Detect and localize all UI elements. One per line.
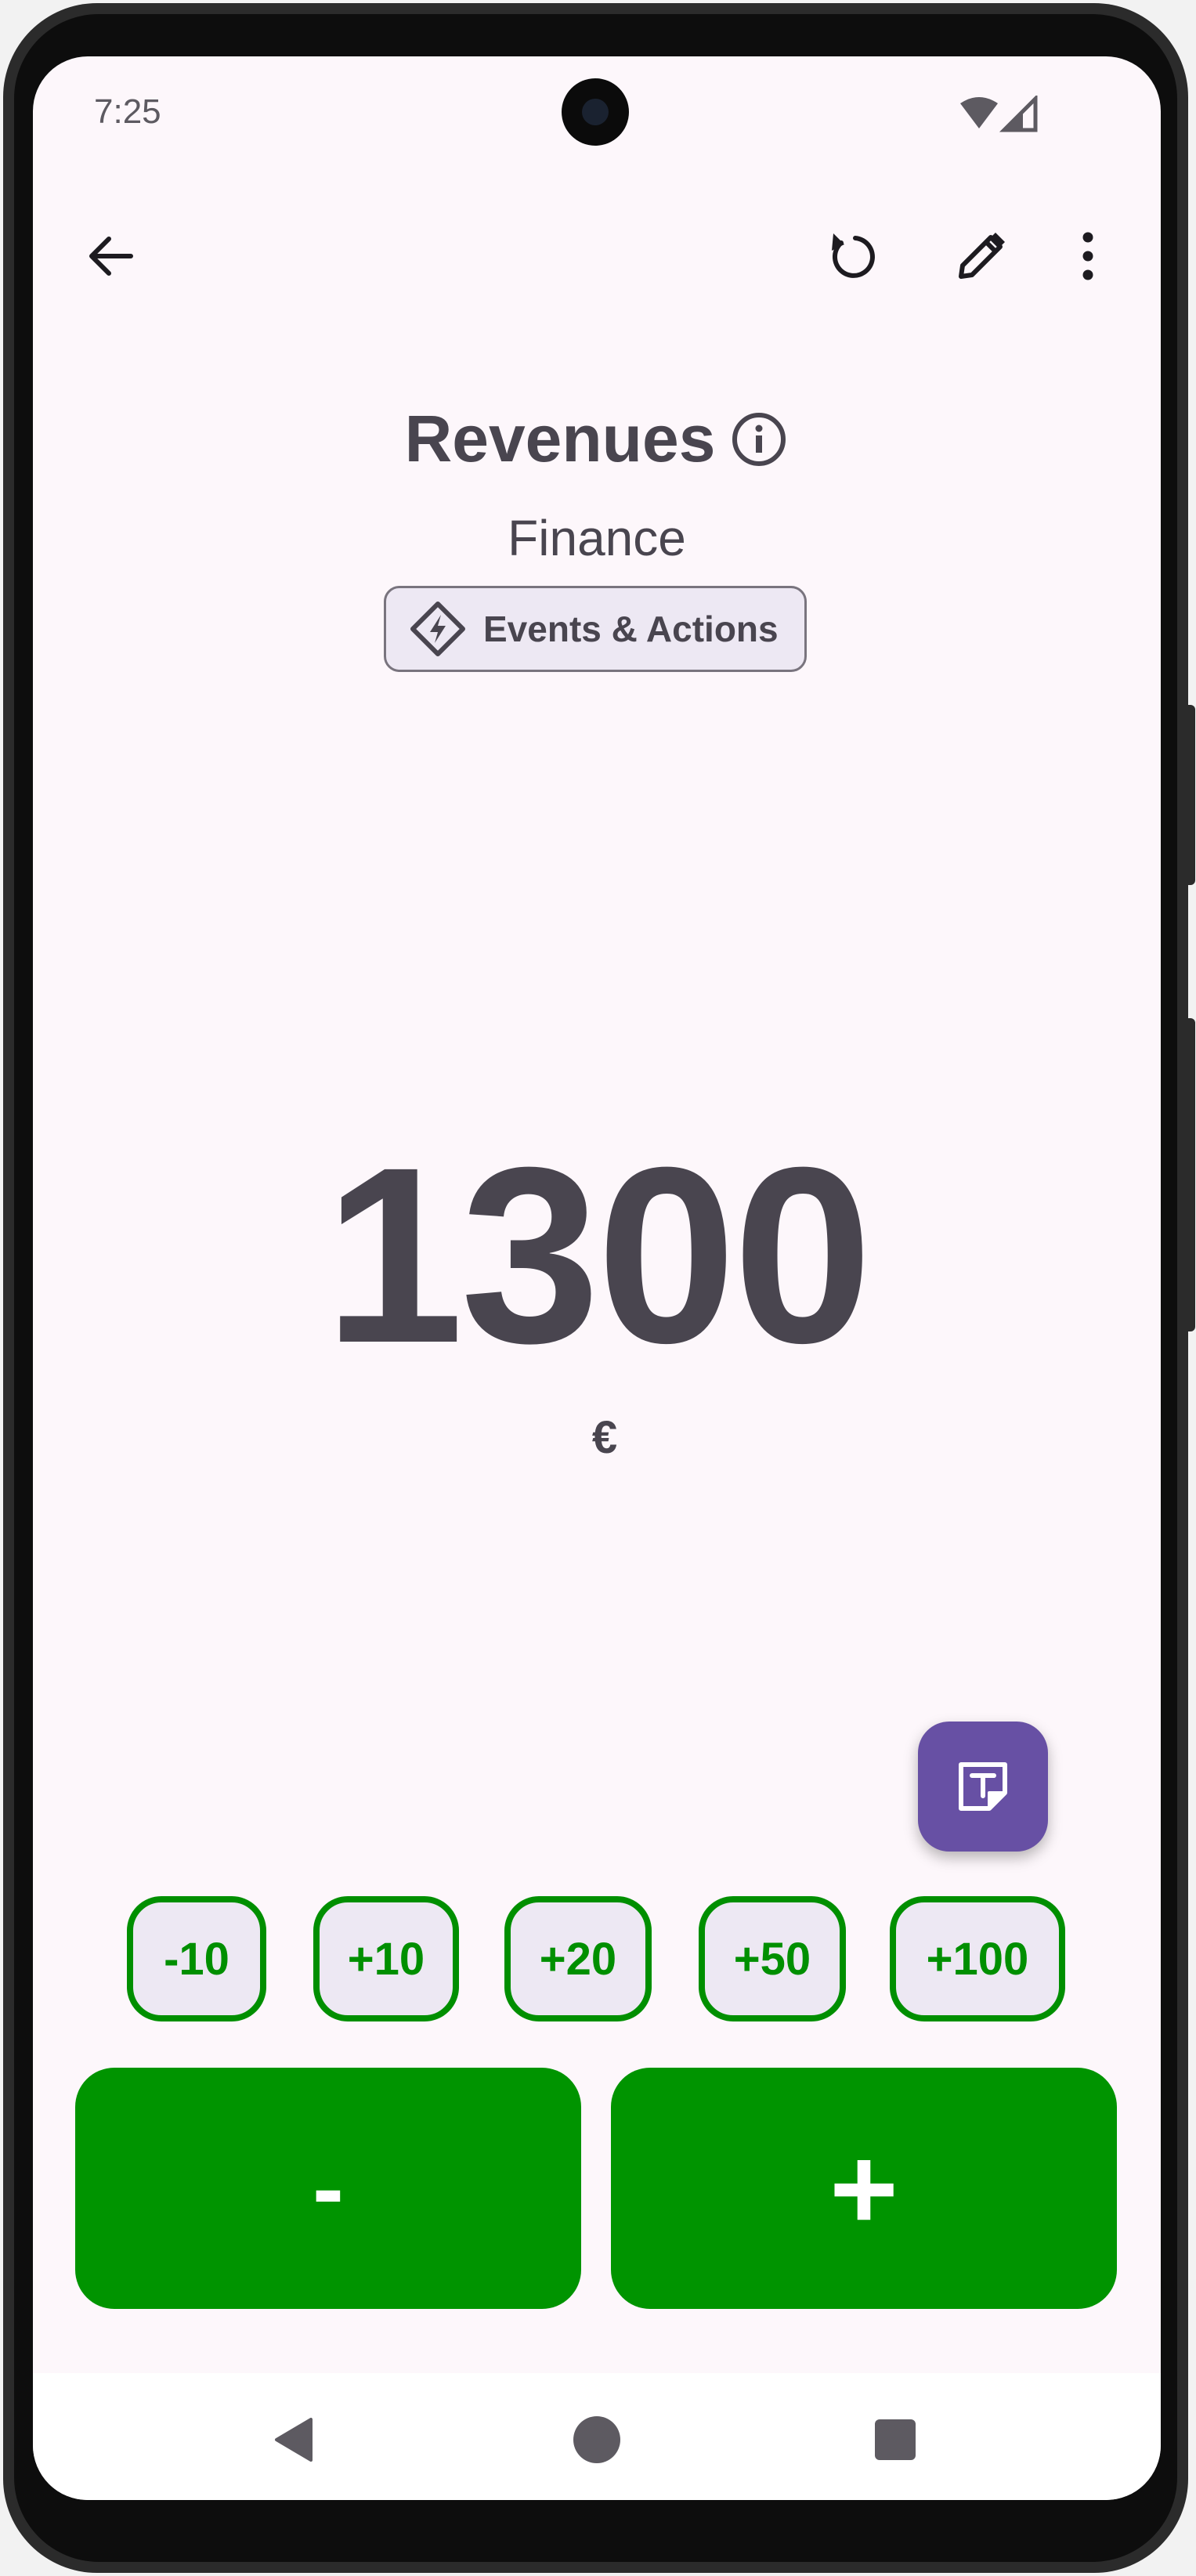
nav-back-button[interactable] (251, 2397, 337, 2483)
status-bar: 7:25 (33, 56, 1161, 174)
step-button-plus-10[interactable]: +10 (313, 1896, 459, 2021)
note-icon (959, 1762, 1007, 1811)
counter-value[interactable]: 1300 (33, 1129, 1161, 1380)
nav-recents-icon (875, 2419, 916, 2460)
status-time: 7:25 (94, 92, 161, 131)
cellular-signal-icon (999, 93, 1038, 132)
volume-button (1186, 1018, 1195, 1331)
system-navigation-bar (33, 2373, 1161, 2500)
step-button-plus-20[interactable]: +20 (504, 1896, 652, 2021)
device-frame: 7:25 Revenues Finance Events & Actions 1… (0, 0, 1196, 2576)
back-button[interactable] (67, 213, 154, 299)
power-button (1186, 705, 1195, 885)
note-fab-button[interactable] (918, 1722, 1048, 1852)
info-button[interactable] (729, 410, 789, 469)
counter-title: Revenues (404, 402, 716, 475)
reset-icon (832, 233, 875, 278)
lightning-diamond-icon (410, 602, 465, 656)
top-app-bar (33, 197, 1161, 315)
more-vert-icon (1082, 232, 1093, 280)
step-button-plus-100[interactable]: +100 (890, 1896, 1065, 2021)
app-screen: 7:25 Revenues Finance Events & Actions 1… (33, 56, 1161, 2500)
reset-button[interactable] (808, 213, 894, 299)
events-actions-chip[interactable]: Events & Actions (384, 586, 807, 672)
events-actions-label: Events & Actions (483, 609, 779, 649)
counter-category: Finance (508, 510, 686, 566)
increment-button[interactable]: + (611, 2068, 1117, 2309)
step-button-plus-50[interactable]: +50 (699, 1896, 846, 2021)
overflow-menu-button[interactable] (1045, 213, 1131, 299)
info-icon (732, 412, 786, 466)
step-buttons-row: -10 +10 +20 +50 +100 (33, 1896, 1161, 2029)
nav-recents-button[interactable] (852, 2397, 938, 2483)
title-row: Revenues (33, 401, 1161, 477)
nav-back-icon (275, 2418, 313, 2462)
step-button-minus-10[interactable]: -10 (127, 1896, 266, 2021)
status-icons (957, 93, 1043, 135)
wifi-icon (960, 97, 998, 128)
pencil-icon (959, 233, 1005, 279)
nav-home-button[interactable] (554, 2397, 640, 2483)
decrement-button[interactable]: - (75, 2068, 581, 2309)
edit-button[interactable] (938, 213, 1024, 299)
counter-unit: € (591, 1412, 618, 1463)
front-camera (562, 78, 629, 146)
nav-home-icon (573, 2416, 620, 2463)
arrow-back-icon (89, 237, 133, 276)
